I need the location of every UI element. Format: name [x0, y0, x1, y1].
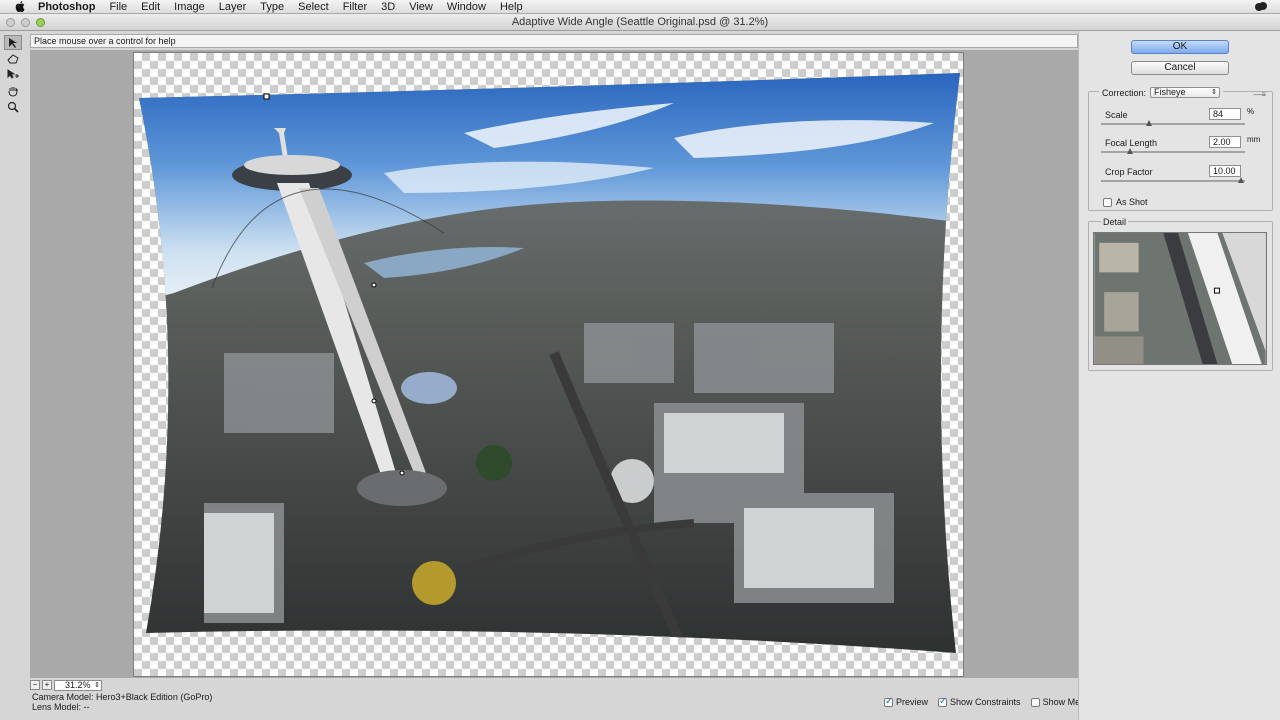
focal-length-input[interactable]: 2.00	[1209, 136, 1241, 148]
zoom-level-field[interactable]: 31.2% ⇕	[54, 679, 102, 691]
constraint-tool[interactable]	[4, 35, 22, 50]
app-menu-photoshop[interactable]: Photoshop	[38, 1, 95, 13]
as-shot-label: As Shot	[1116, 197, 1148, 207]
move-tool-icon	[7, 68, 19, 79]
crop-factor-slider-track[interactable]	[1101, 180, 1245, 182]
scale-unit: %	[1247, 107, 1255, 116]
menu-help[interactable]: Help	[500, 1, 523, 13]
menu-filter[interactable]: Filter	[343, 1, 367, 13]
menu-window[interactable]: Window	[447, 1, 486, 13]
menu-file[interactable]: File	[109, 1, 127, 13]
show-constraints-option[interactable]: Show Constraints	[938, 696, 1021, 707]
zoom-in-button[interactable]: +	[42, 680, 52, 690]
crop-factor-slider-thumb[interactable]	[1237, 177, 1244, 183]
camera-model-text: Camera Model: Hero3+Black Edition (GoPro…	[32, 692, 213, 702]
correction-row: Correction: Fisheye ⇕	[1099, 87, 1224, 98]
chevron-updown-icon: ⇕	[1211, 89, 1218, 96]
constraint-tool-icon	[9, 37, 17, 48]
canvas[interactable]	[133, 52, 964, 677]
menu-edit[interactable]: Edit	[141, 1, 160, 13]
correction-select[interactable]: Fisheye ⇕	[1150, 87, 1221, 98]
detail-group	[1088, 221, 1273, 371]
minimize-window-button[interactable]	[21, 18, 30, 27]
as-shot-checkbox[interactable]	[1103, 197, 1112, 207]
panel-menu-icon[interactable]: —≡	[1253, 90, 1266, 99]
zoom-level-value: 31.2%	[65, 679, 91, 690]
as-shot-option[interactable]: As Shot	[1103, 197, 1148, 207]
crop-factor-label: Crop Factor	[1105, 167, 1153, 177]
focal-length-unit: mm	[1247, 135, 1261, 144]
preview-option[interactable]: Preview	[884, 696, 929, 707]
close-window-button[interactable]	[6, 18, 15, 27]
correction-label: Correction:	[1102, 87, 1147, 98]
scale-input[interactable]: 84	[1209, 108, 1241, 120]
correction-value: Fisheye	[1154, 87, 1186, 97]
menu-image[interactable]: Image	[174, 1, 205, 13]
zoom-bar: − + 31.2% ⇕	[30, 679, 102, 691]
show-constraints-label: Show Constraints	[950, 697, 1021, 707]
hand-tool[interactable]	[4, 83, 22, 98]
hand-tool-icon	[8, 86, 18, 97]
polygon-constraint-tool[interactable]	[4, 51, 22, 66]
tool-column	[4, 35, 24, 115]
show-constraints-checkbox[interactable]	[938, 696, 947, 707]
preview-label: Preview	[896, 697, 929, 707]
menu-select[interactable]: Select	[298, 1, 329, 13]
canvas-area[interactable]	[30, 50, 1078, 678]
scale-param: Scale 84 %	[1095, 107, 1267, 136]
menu-3d[interactable]: 3D	[381, 1, 395, 13]
show-mesh-checkbox[interactable]	[1030, 697, 1040, 707]
focal-length-label: Focal Length	[1105, 138, 1158, 148]
view-options: Preview Show Constraints Show Mesh	[884, 696, 1090, 707]
cancel-button[interactable]: Cancel	[1131, 61, 1229, 75]
distorted-photo[interactable]	[134, 53, 965, 678]
polygon-constraint-tool-icon	[7, 53, 19, 63]
menu-type[interactable]: Type	[260, 1, 284, 13]
ok-button[interactable]: OK	[1131, 40, 1229, 54]
focal-length-slider-track[interactable]	[1101, 151, 1245, 153]
window-title-bar: Adaptive Wide Angle (Seattle Original.ps…	[0, 14, 1280, 31]
zoom-tool-icon	[7, 101, 19, 113]
crop-factor-param: Crop Factor 10.00	[1095, 165, 1267, 193]
crop-factor-input[interactable]: 10.00	[1209, 165, 1241, 177]
detail-preview	[1093, 232, 1267, 365]
zoom-window-button[interactable]	[36, 18, 45, 27]
move-tool[interactable]	[4, 67, 22, 82]
apple-icon[interactable]	[12, 1, 28, 12]
zoom-out-button[interactable]: −	[30, 680, 40, 690]
creative-cloud-icon[interactable]	[1254, 1, 1268, 12]
focal-length-param: Focal Length 2.00 mm	[1095, 135, 1267, 164]
window-controls	[6, 18, 45, 27]
correction-group: Correction: Fisheye ⇕ —≡ Scale 84 % Foca…	[1088, 87, 1273, 211]
help-bar: Place mouse over a control for help	[30, 34, 1078, 48]
menu-bar: Photoshop File Edit Image Layer Type Sel…	[0, 0, 1280, 14]
camera-info: Camera Model: Hero3+Black Edition (GoPro…	[32, 692, 212, 712]
menu-view[interactable]: View	[409, 1, 433, 13]
window-title: Adaptive Wide Angle (Seattle Original.ps…	[511, 16, 769, 28]
menu-layer[interactable]: Layer	[219, 1, 247, 13]
focal-length-slider-thumb[interactable]	[1126, 148, 1133, 154]
scale-slider-track[interactable]	[1101, 123, 1245, 125]
preview-checkbox[interactable]	[884, 696, 893, 707]
scale-slider-thumb[interactable]	[1145, 120, 1152, 126]
lens-model-text: Lens Model: --	[32, 702, 90, 712]
chevron-updown-icon: ⇕	[94, 681, 100, 689]
zoom-tool[interactable]	[4, 99, 22, 114]
settings-panel: OK Cancel Correction: Fisheye ⇕ —≡ Scale…	[1078, 31, 1280, 720]
detail-label: Detail	[1101, 217, 1129, 227]
scale-label: Scale	[1105, 110, 1128, 120]
